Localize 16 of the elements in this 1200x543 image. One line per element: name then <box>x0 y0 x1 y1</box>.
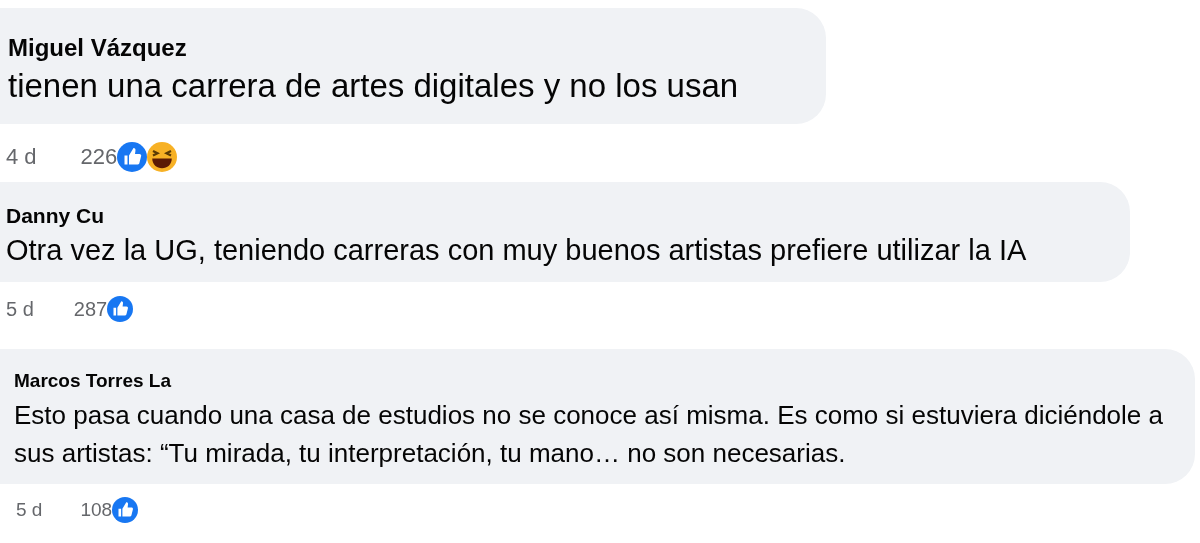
comment-text: Otra vez la UG, teniendo carreras con muy buenos artistas prefiere utilizar la IA <box>6 232 1028 268</box>
comment-text: tienen una carrera de artes digitales y no los usan <box>8 66 740 106</box>
comment-time[interactable]: 5 d <box>16 495 43 524</box>
like-icon <box>117 141 148 172</box>
reaction-count[interactable]: 287 <box>73 293 108 324</box>
reaction-count[interactable]: 226 <box>80 140 118 173</box>
reaction-count[interactable]: 108 <box>80 495 113 524</box>
laughing-face-icon <box>147 141 178 172</box>
comment-author[interactable]: Miguel Vázquez <box>8 30 798 66</box>
like-icon <box>107 295 134 322</box>
like-icon <box>112 496 139 523</box>
comment-time[interactable]: 5 d <box>6 293 34 324</box>
comment-author[interactable]: Marcos Torres La <box>14 367 1175 396</box>
comment-time[interactable]: 4 d <box>6 140 37 173</box>
comment-text: Esto pasa cuando una casa de estudios no se conoce así misma. Es como si estuviera diciéndole a sus artistas: “Tu mirada, tu interpretación, tu mano… no son necesarias. <box>14 398 1164 470</box>
comment-author[interactable]: Danny Cu <box>6 200 1110 232</box>
